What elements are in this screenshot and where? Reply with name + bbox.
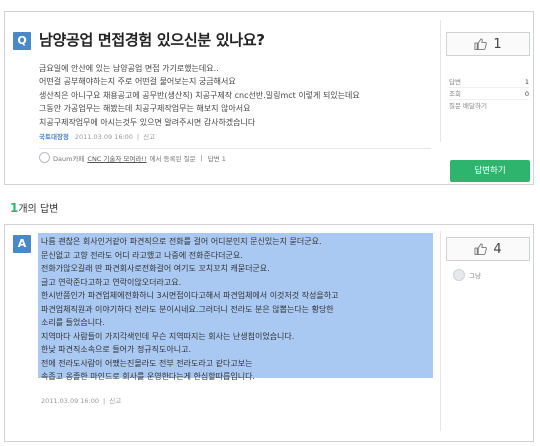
answer-button[interactable]: 답변하기 bbox=[450, 160, 530, 182]
question-line: 어떤걸 공부해야하는지 주로 어떤걸 물어보는지 궁금해서요 bbox=[39, 77, 236, 87]
like-count: 1 bbox=[493, 36, 502, 52]
question-meta: 국토대장정 2011.03.09 16:00 | 신고 bbox=[39, 133, 156, 141]
thumbs-up-icon bbox=[474, 243, 488, 255]
answer-line: 한시반쯤인가 파견업체에전화하니 3시면접이다고해서 파견업체에서 이것저것 작… bbox=[41, 291, 339, 300]
answer-body[interactable]: 나름 괜찮은 회사인거같아 파견직으로 전화를 걸어 어디분인지 문신있는지 묻… bbox=[41, 235, 433, 384]
question-badge: Q bbox=[13, 32, 31, 50]
stat-value: 1 bbox=[524, 78, 529, 86]
like-count: 4 bbox=[493, 241, 502, 257]
source-cafe-link[interactable]: CNC 기술자 모여라!! bbox=[87, 153, 146, 163]
answer-meta: 2011.03.09 16:00 | 신고 bbox=[41, 397, 122, 405]
question-title: 남양공업 면접경험 있으신분 있나요? bbox=[39, 31, 265, 49]
stat-row: 답변 1 bbox=[449, 76, 529, 88]
question-stats: 답변 1 조회 0 질문 배달하기 bbox=[449, 76, 529, 112]
answer-line: 한낮 파견직소속으로 들어가 정규직도아니고. bbox=[41, 345, 192, 354]
report-link[interactable]: 신고 bbox=[143, 133, 155, 141]
question-date: 2011.03.09 16:00 bbox=[74, 133, 133, 141]
answer-count-heading: 1개의 답변 bbox=[10, 200, 58, 215]
thumbs-up-icon bbox=[474, 38, 488, 50]
source-suffix: 에서 등록된 질문 bbox=[149, 154, 196, 163]
category-link[interactable]: 국토대장정 bbox=[39, 133, 69, 141]
avatar bbox=[453, 269, 465, 281]
answer-line: 지역마다 사람들이 가지각색인데 무슨 지역따지는 회사는 난생첨이었습니다. bbox=[41, 331, 295, 341]
answer-count-label: 개의 답변 bbox=[18, 204, 59, 215]
deliver-question-link[interactable]: 질문 배달하기 bbox=[449, 100, 487, 112]
question-body: 금요일에 안산에 있는 남양공업 면접 가기로했는데요.. 어떤걸 공부해야하는… bbox=[39, 62, 431, 129]
answer-line: 전에 전라도사람이 어쨌는진몰라도 전부 전라도라고 같다고보는 bbox=[41, 358, 253, 368]
divider bbox=[440, 231, 441, 431]
answer-line: 글고 연락준다고하고 연락이않오더라고요. bbox=[41, 277, 182, 287]
question-line: 그동안 가공업무는 해봤는데 치공구제작업무는 해보지 않아서요 bbox=[39, 104, 251, 114]
answer-date: 2011.03.09 16:00 bbox=[41, 397, 100, 405]
answer-panel: A 나름 괜찮은 회사인거같아 파견직으로 전화를 걸어 어디분인지 문신있는지… bbox=[4, 224, 534, 442]
stat-label: 조회 bbox=[449, 90, 461, 98]
report-link[interactable]: 신고 bbox=[109, 397, 121, 405]
question-line: 치공구제작업무에 아시는것두 있으면 알려주시면 감사하겠습니다 bbox=[39, 117, 256, 127]
stat-value: 0 bbox=[524, 90, 529, 98]
stat-row: 조회 0 bbox=[449, 88, 529, 100]
stat-row[interactable]: 질문 배달하기 bbox=[449, 100, 529, 112]
answer-line: 문신없고 고향 전라도 어디 라고했고 나중에 전화준다더군요. bbox=[41, 250, 243, 260]
question-panel: Q 남양공업 면접경험 있으신분 있나요? 금요일에 안산에 있는 남양공업 면… bbox=[4, 11, 534, 185]
answer-like-button[interactable]: 4 bbox=[446, 237, 530, 261]
answer-line: 전화가않오길래 딴 파견회사로전화걸어 여기도 꼬치꼬치 캐묻더군요. bbox=[41, 264, 270, 273]
source-answer-count: 답변 1 bbox=[207, 154, 226, 163]
answer-badge: A bbox=[13, 235, 31, 253]
divider bbox=[440, 20, 441, 142]
question-line: 생산직은 아니구요 채용공고에 공무반(생산직) 치공구제작 cnc선반.밀링m… bbox=[39, 90, 360, 100]
divider bbox=[39, 148, 431, 149]
answer-line: 파견업체직원과 이야기하다 전라도 분이시네요.그러더니 전라도 분은 않뽑는다… bbox=[41, 304, 334, 314]
answer-line: 나름 괜찮은 회사인거같아 파견직으로 전화를 걸어 어디분인지 문신있는지 묻… bbox=[41, 237, 322, 246]
source-prefix: Daum카페 bbox=[53, 154, 85, 163]
answer-line: 속좁고 옹졸한 마인드로 회사를 운영한다는게 한심할따릅입니다. bbox=[41, 372, 255, 381]
stat-label: 답변 bbox=[449, 78, 461, 86]
question-like-button[interactable]: 1 bbox=[446, 32, 530, 56]
user-name[interactable]: 그냥 bbox=[469, 270, 481, 280]
question-source: Daum카페 CNC 기술자 모여라!! 에서 등록된 질문 | 답변 1 bbox=[39, 152, 226, 163]
question-line: 금요일에 안산에 있는 남양공업 면접 가기로했는데요.. bbox=[39, 64, 219, 73]
answer-user[interactable]: 그냥 bbox=[453, 269, 481, 281]
answer-line: 소리를 들었습니다. bbox=[41, 318, 105, 327]
cafe-icon bbox=[39, 152, 50, 163]
